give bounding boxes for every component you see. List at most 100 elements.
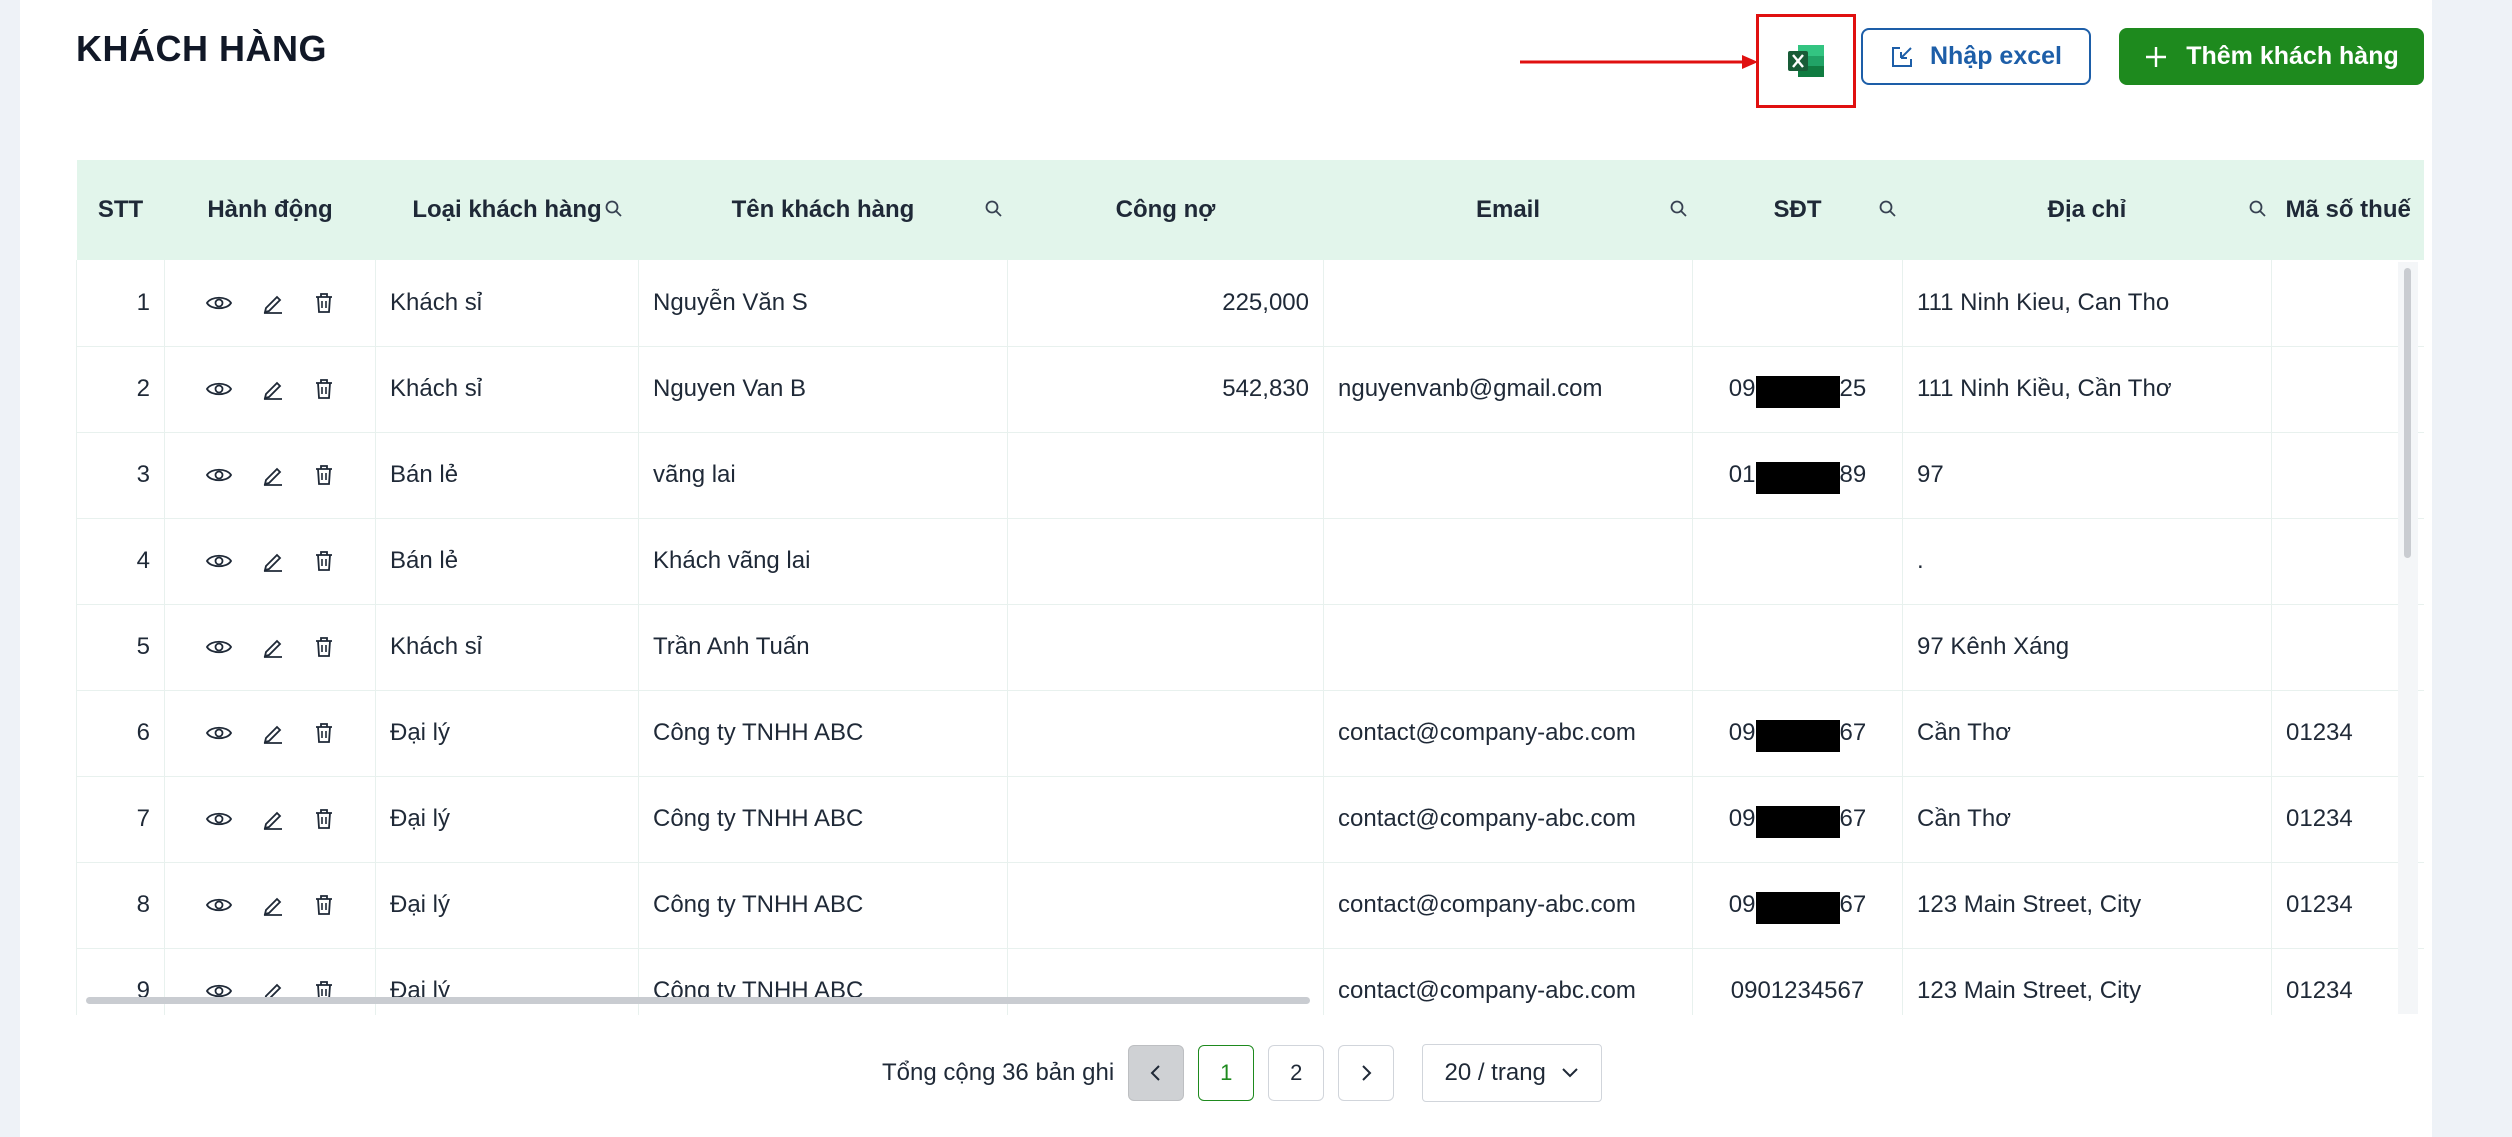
table-row[interactable]: 3 Bán lẻ vãng lai 01 89 97 xyxy=(76,432,2424,519)
delete-icon[interactable] xyxy=(314,550,334,572)
chevron-left-icon xyxy=(1150,1065,1160,1081)
chevron-right-icon xyxy=(1362,1065,1372,1081)
cell-address: 123 Main Street, City xyxy=(1902,948,2272,1015)
cell-address: 111 Ninh Kiều, Cần Thơ xyxy=(1902,346,2272,433)
vertical-scrollbar[interactable] xyxy=(2404,268,2411,558)
view-icon[interactable] xyxy=(206,380,232,398)
cell-customer-name: Nguyễn Văn S xyxy=(638,260,1008,347)
delete-icon[interactable] xyxy=(314,378,334,400)
cell-phone xyxy=(1692,604,1903,691)
next-page-button[interactable] xyxy=(1338,1045,1395,1101)
page-2-button[interactable]: 2 xyxy=(1268,1045,1325,1101)
search-icon[interactable] xyxy=(984,198,1004,226)
page-size-value: 20 / trang xyxy=(1444,1059,1546,1086)
cell-stt: 7 xyxy=(76,776,165,863)
delete-icon[interactable] xyxy=(314,292,334,314)
table-row[interactable]: 9 Đại lý Công ty TNHH ABC contact@company-a… xyxy=(76,948,2424,1015)
cell-customer-name: Công ty TNHH ABC xyxy=(638,690,1008,777)
cell-customer-name: Công ty TNHH ABC xyxy=(638,862,1008,949)
column-header: Địa chỉ xyxy=(1902,160,2272,260)
cell-stt: 9 xyxy=(76,948,165,1015)
redaction-bar xyxy=(1755,806,1840,838)
delete-icon[interactable] xyxy=(314,464,334,486)
page-size-select[interactable]: 20 / trang xyxy=(1422,1044,1603,1102)
table-row[interactable]: 1 Khách sỉ Nguyễn Văn S 225,000 111 Ninh Kie… xyxy=(76,260,2424,347)
cell-email xyxy=(1323,604,1693,691)
edit-icon[interactable] xyxy=(262,464,284,486)
cell-actions xyxy=(164,260,376,347)
column-header: Loại khách hàng xyxy=(375,160,639,260)
cell-stt: 4 xyxy=(76,518,165,605)
column-header-label: Loại khách hàng xyxy=(412,196,602,223)
view-icon[interactable] xyxy=(206,294,232,312)
cell-phone: 01 89 xyxy=(1692,432,1903,519)
view-icon[interactable] xyxy=(206,552,232,570)
excel-icon xyxy=(1788,45,1824,77)
column-header-label: Email xyxy=(1475,196,1541,223)
prev-page-button[interactable] xyxy=(1128,1045,1185,1101)
edit-icon[interactable] xyxy=(262,894,284,916)
view-icon[interactable] xyxy=(206,724,232,742)
view-icon[interactable] xyxy=(206,810,232,828)
cell-actions xyxy=(164,346,376,433)
view-icon[interactable] xyxy=(206,896,232,914)
edit-icon[interactable] xyxy=(262,292,284,314)
delete-icon[interactable] xyxy=(314,722,334,744)
table-row[interactable]: 5 Khách sỉ Trần Anh Tuấn 97 Kênh Xáng xyxy=(76,604,2424,691)
add-customer-button[interactable]: Thêm khách hàng xyxy=(2119,28,2424,85)
export-excel-button[interactable] xyxy=(1756,14,1856,108)
edit-icon[interactable] xyxy=(262,722,284,744)
page-1-button[interactable]: 1 xyxy=(1198,1045,1255,1101)
pagination: Tổng cộng 36 bản ghi 1 2 20 / trang xyxy=(882,1044,1603,1102)
cell-debt xyxy=(1007,776,1324,863)
edit-icon[interactable] xyxy=(262,636,284,658)
edit-icon[interactable] xyxy=(262,378,284,400)
column-header-label: Tên khách hàng xyxy=(731,196,915,223)
add-customer-label: Thêm khách hàng xyxy=(2186,42,2399,70)
redaction-bar xyxy=(1755,720,1840,752)
delete-icon[interactable] xyxy=(314,894,334,916)
column-header: STT xyxy=(76,160,165,260)
table-row[interactable]: 6 Đại lý Công ty TNHH ABC contact@company-a… xyxy=(76,690,2424,777)
table-row[interactable]: 4 Bán lẻ Khách vãng lai. xyxy=(76,518,2424,605)
cell-stt: 1 xyxy=(76,260,165,347)
search-icon[interactable] xyxy=(604,198,624,226)
cell-phone xyxy=(1692,518,1903,605)
column-header: Hành động xyxy=(164,160,376,260)
delete-icon[interactable] xyxy=(314,636,334,658)
cell-address: Cần Thơ xyxy=(1902,690,2272,777)
table-row[interactable]: 7 Đại lý Công ty TNHH ABC contact@company-a… xyxy=(76,776,2424,863)
redaction-bar xyxy=(1755,376,1840,408)
cell-debt xyxy=(1007,432,1324,519)
total-records: Tổng cộng 36 bản ghi xyxy=(882,1059,1115,1086)
cell-debt xyxy=(1007,690,1324,777)
cell-actions xyxy=(164,948,376,1015)
cell-debt xyxy=(1007,948,1324,1015)
edit-icon[interactable] xyxy=(262,550,284,572)
view-icon[interactable] xyxy=(206,638,232,656)
view-icon[interactable] xyxy=(206,466,232,484)
phone-prefix: 01 xyxy=(1728,461,1756,488)
cell-customer-type: Khách sỉ xyxy=(375,346,639,433)
cell-phone xyxy=(1692,260,1903,347)
table-row[interactable]: 8 Đại lý Công ty TNHH ABC contact@company-a… xyxy=(76,862,2424,949)
horizontal-scrollbar[interactable] xyxy=(86,997,1310,1004)
delete-icon[interactable] xyxy=(314,808,334,830)
phone-suffix: 67 xyxy=(1839,719,1867,746)
search-icon[interactable] xyxy=(1878,198,1898,226)
import-excel-button[interactable]: Nhập excel xyxy=(1861,28,2091,85)
cell-email: contact@company-abc.com xyxy=(1323,862,1693,949)
customer-table: STT Hành động Loại khách hàng Tên khách hàn… xyxy=(76,160,2424,1015)
table-row[interactable]: 2 Khách sỉ Nguyen Van B 542,830 nguyenvanb@g… xyxy=(76,346,2424,433)
edit-icon[interactable] xyxy=(262,808,284,830)
cell-customer-name: Công ty TNHH ABC xyxy=(638,948,1008,1015)
cell-customer-type: Bán lẻ xyxy=(375,518,639,605)
cell-stt: 5 xyxy=(76,604,165,691)
cell-email: nguyenvanb@gmail.com xyxy=(1323,346,1693,433)
cell-debt xyxy=(1007,862,1324,949)
search-icon[interactable] xyxy=(2248,198,2268,226)
redaction-bar xyxy=(1755,892,1840,924)
search-icon[interactable] xyxy=(1669,198,1689,226)
chevron-down-icon xyxy=(1562,1068,1578,1078)
cell-phone: 09 67 xyxy=(1692,690,1903,777)
